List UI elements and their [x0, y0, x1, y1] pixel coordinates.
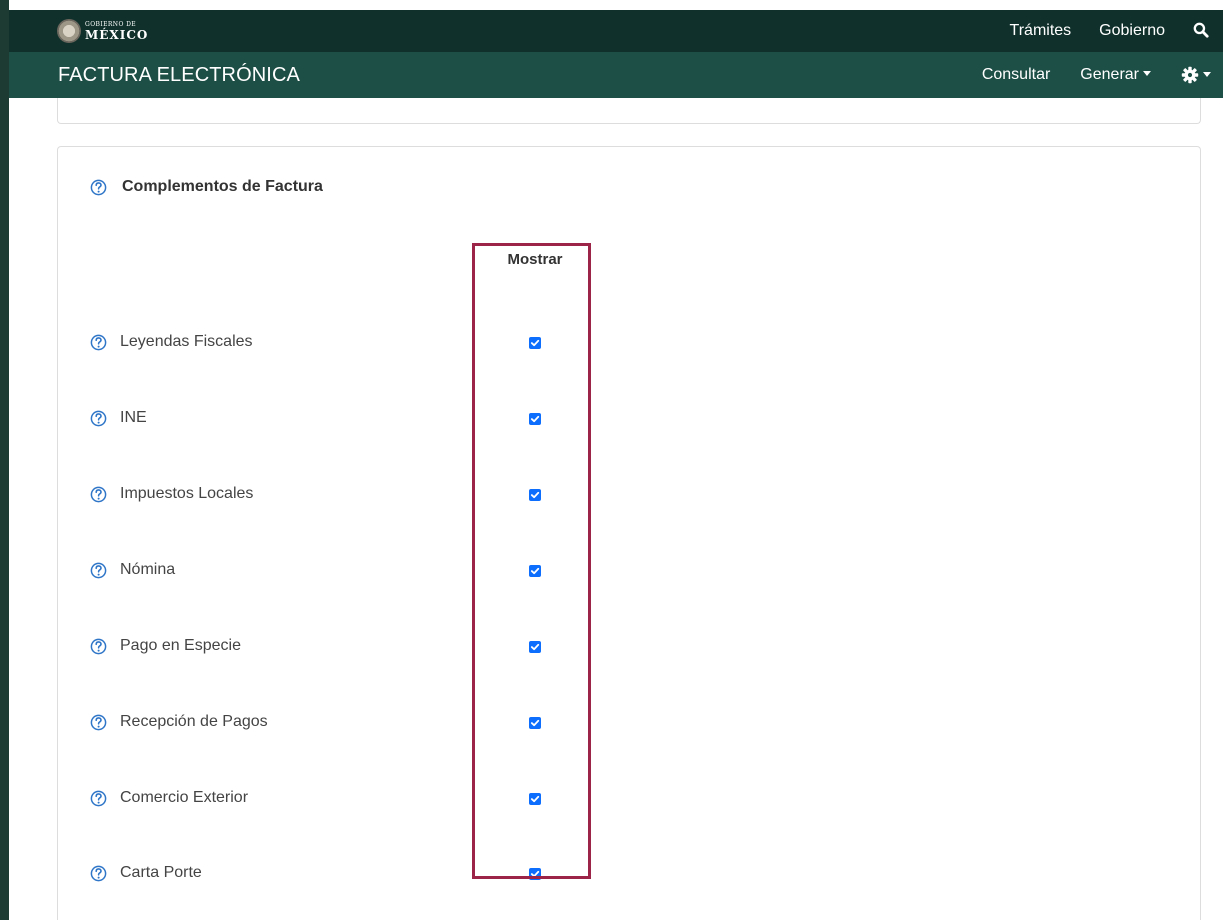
- search-icon[interactable]: [1193, 22, 1209, 38]
- generar-label: Generar: [1080, 66, 1139, 83]
- brand-text: GOBIERNO DE MÉXICO: [85, 20, 149, 42]
- help-icon[interactable]: [90, 334, 107, 351]
- complement-label: Nómina: [120, 561, 176, 578]
- complement-label: Carta Porte: [120, 864, 202, 881]
- panel-header: Complementos de Factura: [90, 178, 323, 196]
- row-label-container: Carta Porte: [90, 864, 202, 882]
- row-label-container: Pago en Especie: [90, 637, 241, 655]
- row-label-container: Comercio Exterior: [90, 789, 248, 807]
- app-title[interactable]: FACTURA ELECTRÓNICA: [58, 52, 300, 98]
- left-page-rail: [0, 0, 9, 920]
- application-nav-links: Consultar Generar: [982, 52, 1211, 98]
- complement-label: Recepción de Pagos: [120, 713, 268, 730]
- panel-title: Complementos de Factura: [122, 178, 323, 195]
- gear-icon: [1181, 66, 1199, 84]
- row-label-container: Recepción de Pagos: [90, 713, 268, 731]
- complement-label: INE: [120, 409, 147, 426]
- top-link-gobierno[interactable]: Gobierno: [1099, 22, 1165, 40]
- top-link-tramites[interactable]: Trámites: [1010, 22, 1072, 40]
- previous-panel-bottom: [57, 98, 1201, 124]
- national-seal-icon: [57, 19, 81, 43]
- settings-dropdown[interactable]: [1181, 66, 1211, 84]
- generar-dropdown[interactable]: Generar: [1080, 66, 1151, 84]
- mostrar-column-highlight: [472, 243, 591, 879]
- complement-label: Impuestos Locales: [120, 485, 254, 502]
- row-label-container: INE: [90, 409, 147, 427]
- top-links: Trámites Gobierno: [1010, 10, 1223, 52]
- row-label-container: Impuestos Locales: [90, 485, 253, 503]
- application-navbar: FACTURA ELECTRÓNICA Consultar Generar: [9, 52, 1223, 98]
- browser-page: GOBIERNO DE MÉXICO Trámites Gobierno FAC…: [0, 0, 1223, 920]
- complement-label: Leyendas Fiscales: [120, 333, 253, 350]
- help-icon[interactable]: [90, 638, 107, 655]
- help-icon[interactable]: [90, 486, 107, 503]
- help-icon[interactable]: [90, 865, 107, 882]
- row-label-container: Leyendas Fiscales: [90, 333, 253, 351]
- help-icon[interactable]: [90, 179, 107, 196]
- settings-chevron-down-icon: [1203, 71, 1211, 77]
- brand-line-2: MÉXICO: [85, 27, 149, 42]
- consultar-link[interactable]: Consultar: [982, 66, 1050, 84]
- gobierno-mexico-logo[interactable]: GOBIERNO DE MÉXICO: [57, 15, 148, 47]
- row-label-container: Nómina: [90, 561, 175, 579]
- help-icon[interactable]: [90, 410, 107, 427]
- chevron-down-icon: [1143, 71, 1151, 77]
- help-icon[interactable]: [90, 790, 107, 807]
- complement-label: Comercio Exterior: [120, 789, 249, 806]
- help-icon[interactable]: [90, 714, 107, 731]
- complement-label: Pago en Especie: [120, 637, 241, 654]
- help-icon[interactable]: [90, 562, 107, 579]
- government-topbar: GOBIERNO DE MÉXICO Trámites Gobierno: [9, 10, 1223, 52]
- complementos-panel: Complementos de Factura Mostrar Leyendas…: [57, 146, 1201, 920]
- brand-line-1: GOBIERNO DE: [85, 20, 137, 28]
